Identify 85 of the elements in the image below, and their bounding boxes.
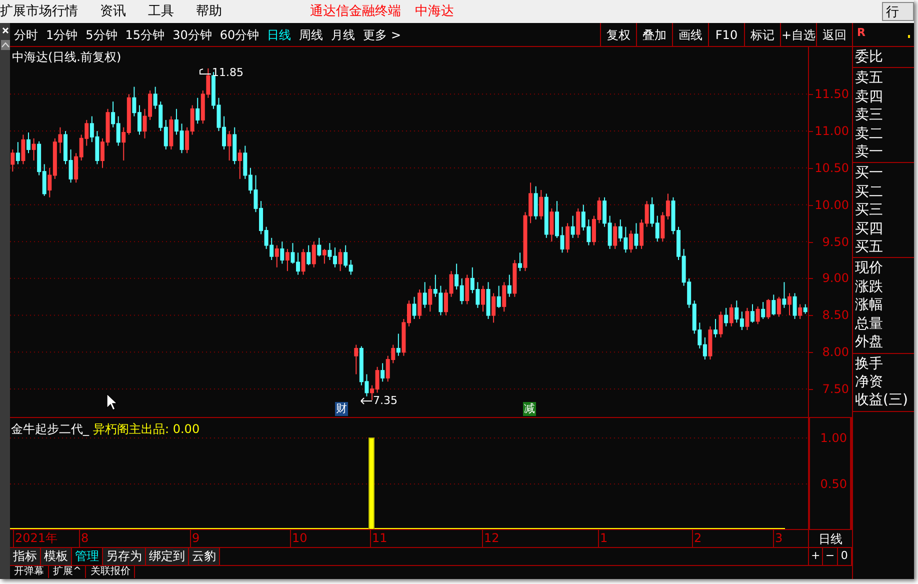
period-tab[interactable]: 60分钟 [220,26,260,44]
date-label: 1 [598,530,608,547]
date-label: 11 [370,530,388,547]
menu-item[interactable]: 帮助 [196,2,222,22]
menu-item[interactable]: 工具 [148,2,174,22]
quote-label: 外盘 [855,333,884,352]
quote-label: 卖一 [855,143,884,162]
bottom-tab[interactable]: 绑定到 [146,548,189,565]
quote-label: 涨幅 [855,296,884,315]
quote-label: 总量 [855,314,884,334]
period-tab[interactable]: 分时 [14,26,38,44]
status-label: R [857,25,866,41]
date-label: 2 [692,530,702,547]
axis-label: 1.00 [820,431,847,445]
quote-label: 买三 [855,201,884,220]
axis-label: 11.00 [814,124,849,138]
toolbar-button[interactable]: 叠加 [636,23,672,46]
event-marker[interactable]: 财 [335,402,348,416]
period-tab[interactable]: 周线 [299,26,324,44]
bottom-tab[interactable]: 云豹 [189,548,220,565]
quote-label: 卖五 [855,69,884,88]
cursor-icon [106,393,118,411]
menu-item[interactable]: 扩展市场行情 [0,2,78,22]
toolbar-button[interactable]: +自选 [780,23,816,46]
axis-label: 9.50 [822,234,849,249]
quote-label: 卖二 [855,124,884,144]
axis-label: 8.00 [822,345,849,360]
date-label: 12 [482,530,500,547]
quote-label: 买二 [855,182,884,202]
axis-label: 8.50 [822,308,849,322]
period-tab[interactable]: 日线 [267,26,292,44]
chart-title: 中海达(日线.前复权) [12,49,122,66]
axis-label: 10.00 [814,198,849,212]
quote-label: 买五 [855,238,884,256]
axis-label: 10.50 [814,160,849,175]
quote-label: 买四 [855,220,884,238]
bottom-tab[interactable]: 开弹幕 [10,566,49,578]
zoom-button[interactable]: 0 [838,548,852,565]
bottom-tab[interactable]: 另存为 [103,548,146,565]
quote-label: 净资 [855,372,884,392]
toolbar-button[interactable]: 标记 [744,23,780,46]
indicator-value: 异朽阁主出品: 0.00 [93,421,200,438]
quote-label: 收益(三) [855,391,909,410]
period-label: 日线 [818,530,842,548]
period-tab[interactable]: 5分钟 [86,26,118,44]
axis-label: 0.50 [820,477,847,491]
quote-label: 涨跌 [855,278,884,296]
toolbar-button[interactable]: F10 [708,23,744,46]
period-tab[interactable]: 15分钟 [125,26,165,44]
toolbar-button[interactable]: 返回 [816,23,852,46]
date-label: 2021年 [13,530,58,547]
axis-label: 9.00 [822,271,849,286]
toolbar-button[interactable]: 复权 [600,23,636,46]
quote-label: 委比 [855,48,884,66]
price-label: 7.35 [373,393,398,409]
quote-label: 现价 [855,259,884,278]
quote-button[interactable]: 行 [882,2,914,21]
leader-line [359,396,373,406]
indicator-name: 金牛起步二代_ [11,421,89,438]
axis-label: 11.50 [814,87,849,102]
axis-label: 7.50 [822,382,849,396]
period-tab[interactable]: 月线 [331,26,356,44]
toolbar-button[interactable]: 画线 [672,23,708,46]
period-tab[interactable]: 30分钟 [172,26,212,44]
quote-label: 买一 [855,164,884,183]
menu-item[interactable]: 资讯 [100,2,126,22]
date-label: 8 [79,530,89,547]
stock-title: 中海达 [415,2,454,21]
event-marker[interactable]: 减 [523,402,536,416]
zoom-button[interactable]: + [809,548,824,565]
bottom-tab[interactable]: 模板 [41,548,72,565]
date-label: 3 [773,530,783,547]
scroll-up-icon[interactable] [0,40,10,50]
date-label: 9 [190,530,200,547]
close-icon[interactable] [2,27,8,34]
period-tab[interactable]: 1分钟 [46,26,78,44]
quote-label: 卖四 [855,88,884,106]
price-label: 11.85 [212,65,244,81]
app-title: 通达信金融终端 [310,2,401,21]
period-tab[interactable]: 更多 > [363,26,401,44]
zoom-button[interactable]: − [823,548,838,565]
quote-label: 换手 [855,354,884,373]
quote-label: 卖三 [855,106,884,125]
date-label: 10 [290,530,308,547]
bottom-tab[interactable]: 指标 [10,548,41,565]
